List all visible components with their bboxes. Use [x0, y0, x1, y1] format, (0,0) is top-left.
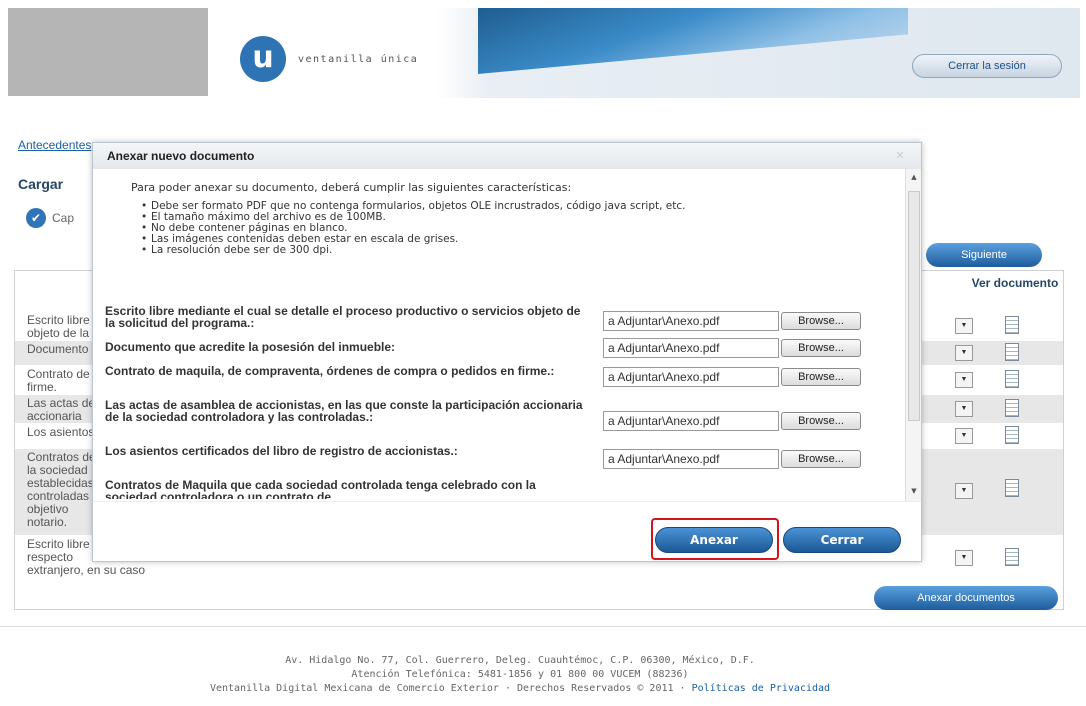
document-icon[interactable]	[1005, 316, 1019, 334]
footer: Av. Hidalgo No. 77, Col. Guerrero, Deleg…	[0, 654, 1040, 696]
logo-text: ventanilla única	[298, 54, 419, 65]
file-path-input[interactable]: a Adjuntar\Anexo.pdf	[603, 311, 779, 331]
step-label: Cap	[52, 211, 75, 225]
header-banner	[478, 8, 908, 74]
dialog-footer-divider	[93, 501, 921, 502]
field-label: Documento que acredite la posesión del i…	[105, 340, 396, 354]
breadcrumb[interactable]: Antecedentes	[18, 138, 91, 152]
footer-copyright-text: Ventanilla Digital Mexicana de Comercio …	[209, 683, 692, 694]
document-icon[interactable]	[1005, 479, 1019, 497]
header-grey-block	[8, 8, 208, 96]
scroll-thumb[interactable]	[908, 191, 920, 421]
logo-icon: u	[240, 36, 286, 82]
dropdown-arrow-icon[interactable]: ▼	[955, 428, 973, 444]
field-label: Las actas de asamblea de accionistas, en…	[105, 398, 583, 424]
field-label: Escrito libre mediante el cual se detall…	[105, 304, 581, 330]
scroll-down-icon[interactable]: ▼	[909, 487, 919, 497]
page-title: Cargar	[18, 176, 64, 192]
dialog-scrollbar[interactable]: ▲ ▼	[905, 169, 921, 501]
browse-button[interactable]: Browse...	[781, 368, 861, 386]
requirement-item: La resolución debe ser de 300 dpi.	[141, 245, 871, 257]
footer-divider	[0, 626, 1086, 627]
dropdown-arrow-icon[interactable]: ▼	[955, 483, 973, 499]
document-icon[interactable]	[1005, 399, 1019, 417]
attach-documents-button[interactable]: Anexar documentos	[874, 586, 1058, 610]
browse-button[interactable]: Browse...	[781, 339, 861, 357]
footer-phone: Atención Telefónica: 5481-1856 y 01 800 …	[351, 669, 689, 680]
document-icon[interactable]	[1005, 426, 1019, 444]
browse-button[interactable]: Browse...	[781, 412, 861, 430]
close-button[interactable]: Cerrar	[783, 527, 901, 553]
document-icon[interactable]	[1005, 343, 1019, 361]
dropdown-arrow-icon[interactable]: ▼	[955, 345, 973, 361]
document-icon[interactable]	[1005, 548, 1019, 566]
next-button[interactable]: Siguiente	[926, 243, 1042, 267]
check-icon: ✔	[26, 208, 46, 228]
privacy-link[interactable]: Políticas de Privacidad	[692, 683, 830, 694]
file-path-input[interactable]: a Adjuntar\Anexo.pdf	[603, 367, 779, 387]
logout-button[interactable]: Cerrar la sesión	[912, 54, 1062, 78]
file-path-input[interactable]: a Adjuntar\Anexo.pdf	[603, 449, 779, 469]
dropdown-arrow-icon[interactable]: ▼	[955, 318, 973, 334]
browse-button[interactable]: Browse...	[781, 312, 861, 330]
dropdown-arrow-icon[interactable]: ▼	[955, 401, 973, 417]
dialog-intro: Para poder anexar su documento, deberá c…	[131, 181, 572, 194]
dropdown-arrow-icon[interactable]: ▼	[955, 372, 973, 388]
close-icon[interactable]: ✕	[893, 149, 907, 163]
dialog-title: Anexar nuevo documento	[93, 143, 921, 169]
field-label: Contrato de maquila, de compraventa, órd…	[105, 364, 555, 378]
attach-document-dialog: Anexar nuevo documento ✕ Para poder anex…	[92, 142, 922, 562]
document-icon[interactable]	[1005, 370, 1019, 388]
scroll-up-icon[interactable]: ▲	[909, 173, 919, 183]
annex-button[interactable]: Anexar	[655, 527, 773, 553]
step-indicator: ✔ Cap	[26, 208, 74, 228]
header: u ventanilla única	[8, 8, 1080, 98]
browse-button[interactable]: Browse...	[781, 450, 861, 468]
file-path-input[interactable]: a Adjuntar\Anexo.pdf	[603, 338, 779, 358]
file-path-input[interactable]: a Adjuntar\Anexo.pdf	[603, 411, 779, 431]
field-label: Los asientos certificados del libro de r…	[105, 444, 458, 458]
dropdown-arrow-icon[interactable]: ▼	[955, 550, 973, 566]
footer-copyright: Ventanilla Digital Mexicana de Comercio …	[0, 682, 1040, 696]
requirements-list: Debe ser formato PDF que no contenga for…	[141, 201, 871, 257]
footer-address: Av. Hidalgo No. 77, Col. Guerrero, Deleg…	[285, 655, 755, 666]
dialog-body: Para poder anexar su documento, deberá c…	[93, 169, 903, 499]
field-label: Contratos de Maquila que cada sociedad c…	[105, 478, 536, 499]
column-header-ver-documento: Ver documento	[971, 276, 1059, 290]
